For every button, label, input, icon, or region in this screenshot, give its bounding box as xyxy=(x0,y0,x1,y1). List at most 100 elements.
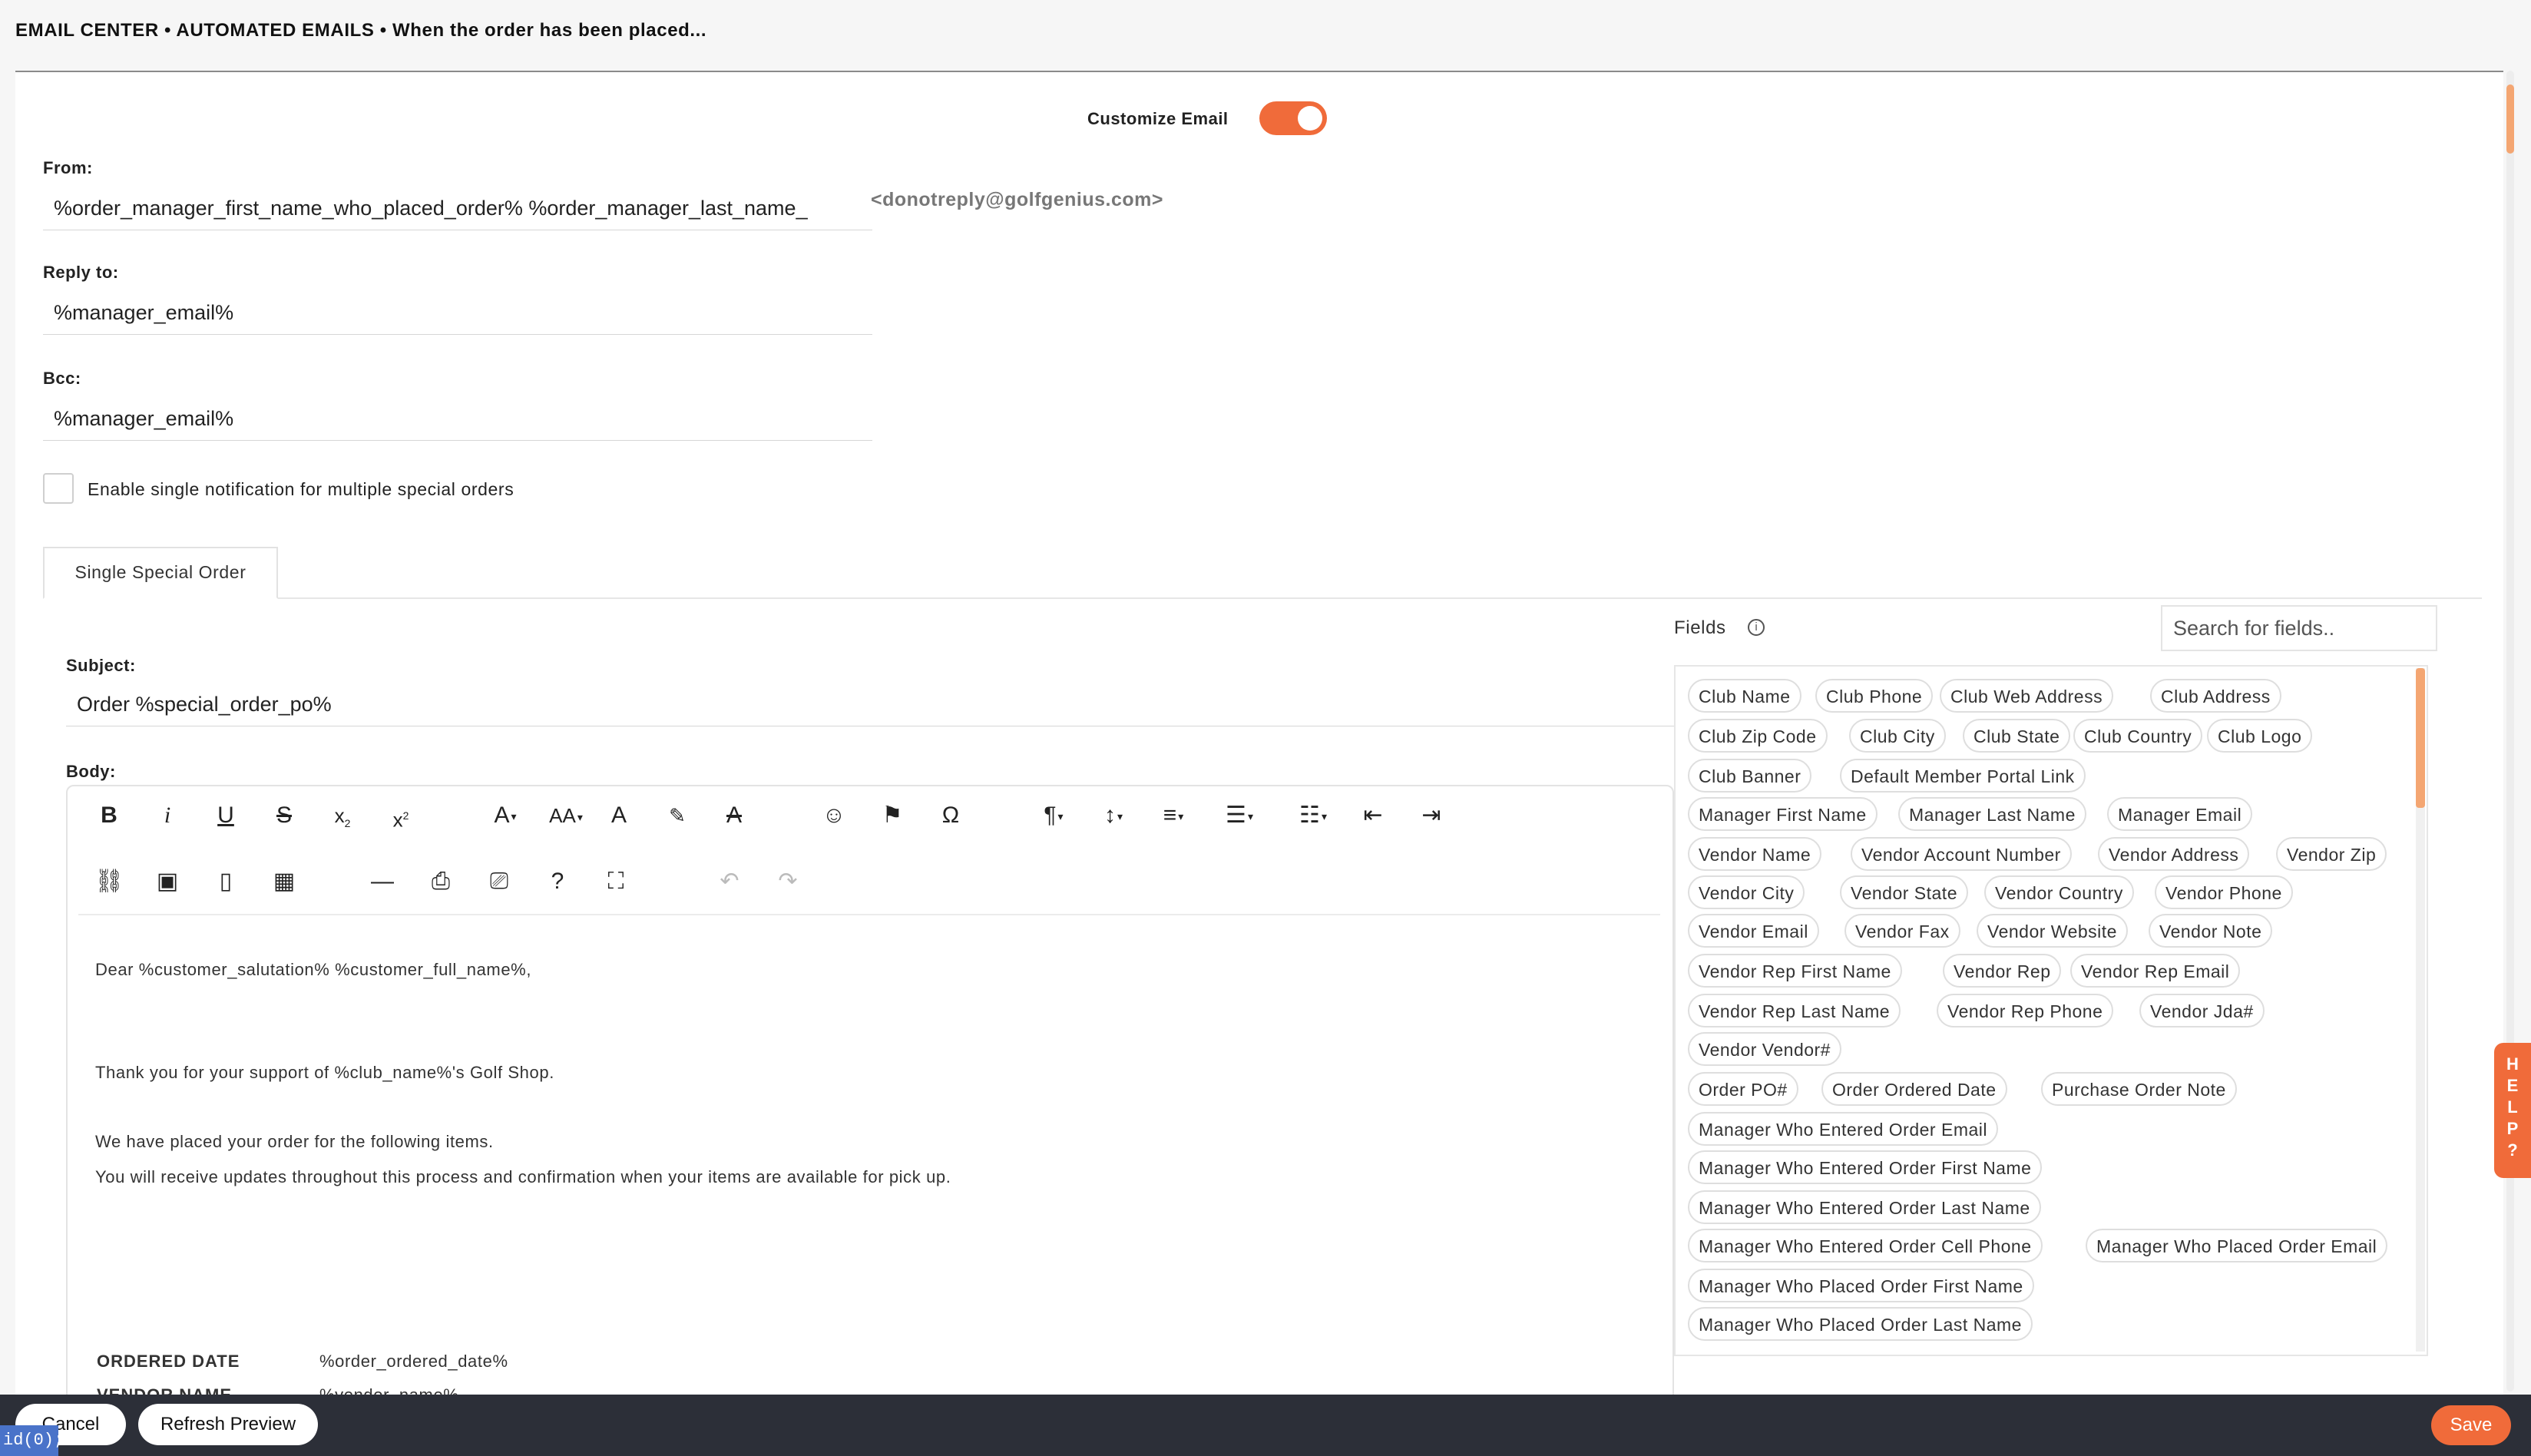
undo-icon[interactable]: ↶ xyxy=(713,865,746,898)
field-chip[interactable]: Manager Who Entered Order Last Name xyxy=(1688,1190,2041,1224)
field-chip[interactable]: Club Phone xyxy=(1815,679,1934,713)
field-chip[interactable]: Vendor Address xyxy=(2098,837,2250,871)
from-label: From: xyxy=(43,158,93,177)
field-chip[interactable]: Vendor Rep First Name xyxy=(1688,954,1902,988)
field-chip[interactable]: Manager Who Entered Order Email xyxy=(1688,1112,1998,1146)
special-char-icon[interactable]: Ω xyxy=(934,799,968,832)
page-scrollbar[interactable] xyxy=(2506,71,2514,1391)
field-chip[interactable]: Club Web Address xyxy=(1940,679,2114,713)
superscript-icon[interactable]: x2 xyxy=(384,799,418,832)
field-chip[interactable]: Vendor Fax xyxy=(1844,914,1960,948)
hr-icon[interactable]: — xyxy=(366,865,399,898)
field-chip[interactable]: Club State xyxy=(1963,719,2071,753)
field-chip[interactable]: Manager Last Name xyxy=(1898,797,2086,831)
strikethrough-icon[interactable]: S xyxy=(267,799,301,832)
redo-icon[interactable]: ↷ xyxy=(771,865,805,898)
search-fields-input[interactable] xyxy=(2161,605,2437,651)
highlight-icon[interactable]: ✎ xyxy=(660,799,694,832)
subject-field[interactable] xyxy=(66,683,1674,726)
field-chip[interactable]: Vendor Rep Email xyxy=(2070,954,2241,988)
field-chip[interactable]: Manager Email xyxy=(2107,797,2253,831)
bcc-label: Bcc: xyxy=(43,369,81,388)
field-chip[interactable]: Manager Who Placed Order Email xyxy=(2086,1229,2388,1262)
tab-single-special-order[interactable]: Single Special Order xyxy=(43,547,278,599)
field-chip[interactable]: Vendor Name xyxy=(1688,837,1822,871)
underline-icon[interactable]: U xyxy=(209,799,243,832)
field-chip[interactable]: Club Zip Code xyxy=(1688,719,1828,753)
info-icon[interactable]: i xyxy=(1748,619,1765,636)
refresh-preview-button[interactable]: Refresh Preview xyxy=(138,1404,318,1445)
field-chip[interactable]: Club City xyxy=(1849,719,1946,753)
fields-scrollbar-thumb[interactable] xyxy=(2416,668,2425,808)
align-icon[interactable]: ≡ ▾ xyxy=(1149,799,1198,832)
toggle-knob xyxy=(1298,106,1322,131)
outdent-icon[interactable]: ⇤ xyxy=(1356,799,1390,832)
field-chip[interactable]: Vendor Account Number xyxy=(1851,837,2072,871)
field-chip[interactable]: Vendor Email xyxy=(1688,914,1819,948)
help-tab[interactable]: H E L P? xyxy=(2494,1043,2531,1178)
font-size-icon[interactable]: AA ▾ xyxy=(539,799,593,832)
field-chip[interactable]: Vendor Rep Last Name xyxy=(1688,994,1901,1027)
from-field[interactable] xyxy=(43,187,872,230)
paragraph-icon[interactable]: ¶ ▾ xyxy=(1031,799,1077,832)
font-family-icon[interactable]: A ▾ xyxy=(482,799,528,832)
print-icon[interactable]: ⎚ xyxy=(482,865,516,898)
field-chip[interactable]: Vendor Note xyxy=(2149,914,2273,948)
customize-email-toggle[interactable] xyxy=(1259,101,1327,135)
field-chip[interactable]: Vendor Country xyxy=(1984,875,2134,909)
field-chip[interactable]: Club Name xyxy=(1688,679,1801,713)
ordered-list-icon[interactable]: ☰ ▾ xyxy=(1209,799,1270,832)
page-scrollbar-thumb[interactable] xyxy=(2506,84,2514,154)
field-chip[interactable]: Vendor Jda# xyxy=(2139,994,2265,1027)
bold-icon[interactable]: B xyxy=(92,799,126,832)
field-chip[interactable]: Vendor Zip xyxy=(2276,837,2387,871)
field-chip[interactable]: Manager Who Placed Order First Name xyxy=(1688,1269,2034,1302)
field-chip[interactable]: Club Logo xyxy=(2207,719,2313,753)
customize-email-label: Customize Email xyxy=(1087,109,1229,128)
body-editor[interactable]: B i U S x2 x2 A ▾ AA ▾ A ✎ A ☺ ⚑ Ω ¶ ▾ ↕ ▾ ≡… xyxy=(66,785,1674,1396)
fields-scrollbar[interactable] xyxy=(2416,668,2425,1352)
field-chip[interactable]: Order PO# xyxy=(1688,1072,1798,1106)
reply-to-field[interactable] xyxy=(43,292,872,335)
unordered-list-icon[interactable]: ☷ ▾ xyxy=(1282,799,1344,832)
field-chip[interactable]: Manager First Name xyxy=(1688,797,1878,831)
subscript-icon[interactable]: x2 xyxy=(326,799,359,832)
clear-format-icon[interactable]: A xyxy=(717,799,751,832)
field-chip[interactable]: Vendor Rep xyxy=(1943,954,2062,988)
save-button[interactable]: Save xyxy=(2431,1405,2511,1445)
bcc-field[interactable] xyxy=(43,398,872,441)
reply-to-label: Reply to: xyxy=(43,263,119,282)
field-chip[interactable]: Vendor City xyxy=(1688,875,1805,909)
emoji-icon[interactable]: ☺ xyxy=(817,799,851,832)
file-icon[interactable]: ▯ xyxy=(209,865,243,898)
indent-icon[interactable]: ⇥ xyxy=(1414,799,1448,832)
field-chip[interactable]: Club Address xyxy=(2150,679,2281,713)
field-chip[interactable]: Manager Who Placed Order Last Name xyxy=(1688,1307,2033,1341)
field-chip[interactable]: Order Ordered Date xyxy=(1821,1072,2007,1106)
help-circle-icon: ? xyxy=(2507,1140,2518,1160)
tab-bar-divider xyxy=(43,597,2482,599)
field-chip[interactable]: Purchase Order Note xyxy=(2041,1072,2237,1106)
flag-icon[interactable]: ⚑ xyxy=(875,799,909,832)
field-chip[interactable]: Vendor Website xyxy=(1977,914,2128,948)
italic-icon[interactable]: i xyxy=(151,799,184,832)
field-chip[interactable]: Vendor Phone xyxy=(2155,875,2293,909)
field-chip[interactable]: Manager Who Entered Order First Name xyxy=(1688,1150,2043,1184)
status-text: id(0); xyxy=(0,1425,64,1456)
single-notification-checkbox[interactable] xyxy=(43,473,74,504)
help-icon[interactable]: ? xyxy=(541,865,574,898)
field-chip[interactable]: Manager Who Entered Order Cell Phone xyxy=(1688,1229,2043,1262)
field-chip[interactable]: Vendor Rep Phone xyxy=(1937,994,2114,1027)
field-chip[interactable]: Vendor Vendor# xyxy=(1688,1032,1841,1066)
field-chip[interactable]: Club Banner xyxy=(1688,759,1812,793)
field-chip[interactable]: Vendor State xyxy=(1840,875,1968,909)
line-height-icon[interactable]: ↕ ▾ xyxy=(1089,799,1138,832)
fullscreen-icon[interactable]: ⛶ xyxy=(599,865,633,898)
image-icon[interactable]: ▣ xyxy=(151,865,184,898)
field-chip[interactable]: Default Member Portal Link xyxy=(1840,759,2086,793)
link-icon[interactable]: ⛓ xyxy=(92,865,126,898)
text-color-icon[interactable]: A xyxy=(602,799,636,832)
pdf-icon[interactable]: ⎙ xyxy=(424,865,458,898)
field-chip[interactable]: Club Country xyxy=(2073,719,2203,753)
table-icon[interactable]: ▦ xyxy=(267,865,301,898)
